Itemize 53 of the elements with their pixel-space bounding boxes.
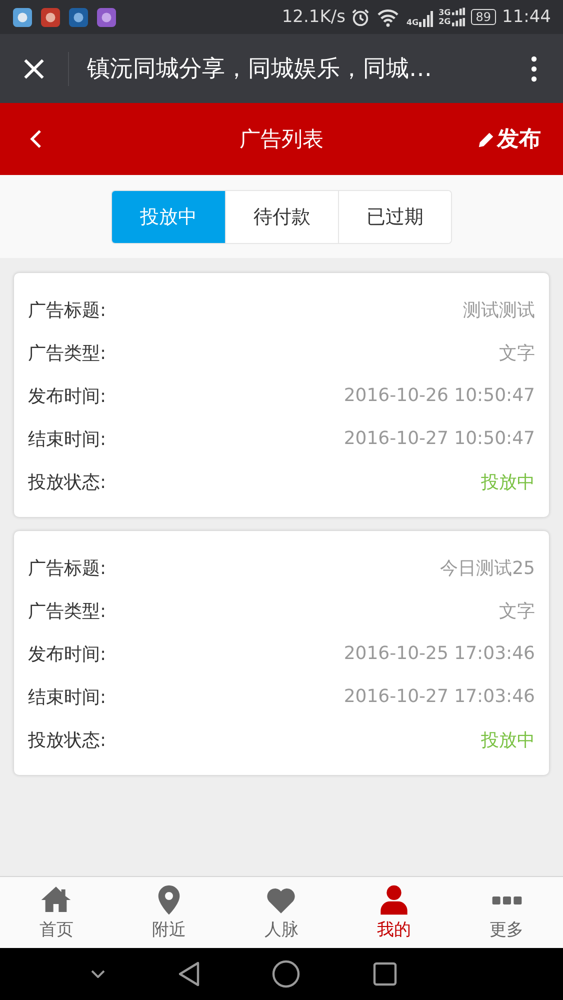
field-value: 2016-10-27 17:03:46: [344, 686, 535, 707]
field-value: 文字: [499, 342, 535, 364]
field-label: 广告标题:: [28, 556, 106, 580]
page-title: 镇沅同城分享，同城娱乐，同城…: [87, 55, 433, 84]
network-label: 2G: [438, 17, 451, 26]
field-value: 测试测试: [463, 298, 535, 322]
alarm-icon: [351, 8, 370, 26]
app-icon: [69, 8, 88, 26]
field-label: 结束时间:: [28, 686, 106, 708]
field-label: 广告类型:: [28, 600, 106, 622]
close-icon: [23, 58, 45, 80]
more-icon: [531, 56, 537, 82]
app-icon: [13, 8, 32, 26]
field-value: 2016-10-25 17:03:46: [344, 643, 535, 664]
network-speed: 12.1K/s: [282, 7, 346, 27]
nav-item[interactable]: 首页: [0, 877, 113, 948]
nav-item[interactable]: 人脉: [225, 877, 338, 948]
field-label: 广告类型:: [28, 342, 106, 364]
field-label: 发布时间:: [28, 384, 106, 408]
field-value: 文字: [499, 600, 535, 622]
back-triangle-icon[interactable]: [178, 961, 200, 987]
field-value: 今日测试25: [440, 556, 535, 580]
person-icon: [378, 884, 410, 916]
field-label: 结束时间:: [28, 428, 106, 450]
signal-icon: [452, 7, 465, 27]
tab[interactable]: 投放中: [112, 190, 225, 242]
field-label: 投放状态:: [28, 728, 106, 752]
tab[interactable]: 已过期: [338, 190, 451, 242]
nav-item[interactable]: 附近: [112, 877, 226, 948]
recents-square-icon[interactable]: [372, 962, 397, 986]
field-value: 2016-10-27 10:50:47: [344, 428, 535, 449]
field-label: 投放状态:: [28, 470, 106, 494]
signal-icon: [418, 11, 433, 27]
app-icon: [97, 8, 116, 26]
network-label: 3G: [438, 8, 451, 17]
field-label: 广告标题:: [28, 298, 106, 322]
wifi-icon: [376, 8, 400, 26]
app-icon: [41, 8, 60, 26]
status-value: 投放中: [481, 470, 535, 494]
header-title: 广告列表: [238, 126, 324, 153]
field-value: 2016-10-26 10:50:47: [344, 385, 535, 406]
nav-item[interactable]: 更多: [450, 877, 563, 948]
home-circle-icon[interactable]: [272, 960, 300, 988]
status-value: 投放中: [481, 728, 535, 752]
clock-time: 11:44: [502, 7, 551, 27]
nav-item[interactable]: 我的: [338, 877, 450, 948]
field-label: 发布时间:: [28, 642, 106, 666]
battery-level: 89: [470, 9, 496, 25]
back-icon: [30, 129, 42, 149]
more-icon: [490, 895, 523, 906]
chevron-down-icon[interactable]: [91, 970, 106, 978]
publish-button[interactable]: 发布: [477, 103, 563, 175]
network-label: 4G: [406, 18, 419, 27]
